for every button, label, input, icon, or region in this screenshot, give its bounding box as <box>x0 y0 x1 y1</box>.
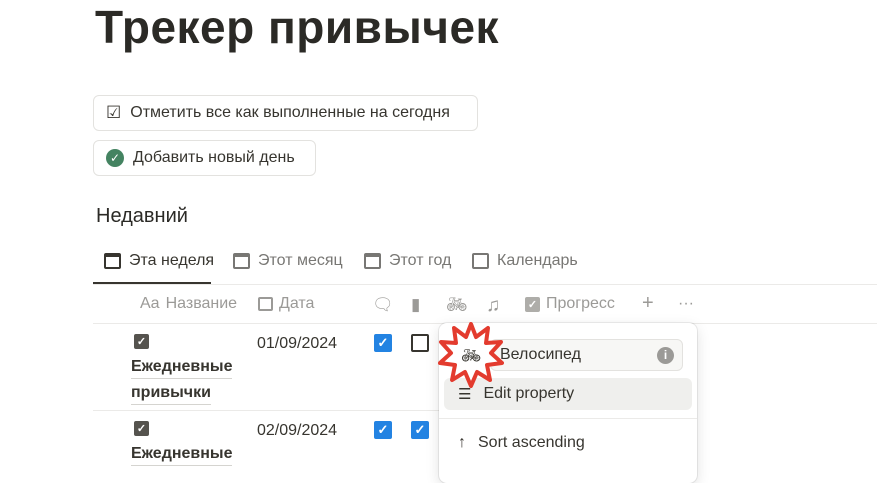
bicycle-icon: 🚲︎ <box>446 295 468 314</box>
property-name-value: Велосипед <box>500 346 581 363</box>
habit-1-checkbox[interactable]: ✓ <box>374 421 392 439</box>
check-circle-icon: ✓ <box>106 149 124 167</box>
column-label: Дата <box>279 295 315 312</box>
habit-2-checkbox[interactable]: ✓ <box>411 421 429 439</box>
highlight-starburst-icon: 🚲︎ <box>438 322 504 388</box>
tab-this-month[interactable]: Этот месяц <box>233 252 343 270</box>
habit-1-checkbox[interactable]: ✓ <box>374 334 392 352</box>
bicycle-icon: 🚲︎ <box>461 348 481 365</box>
section-title: Недавний <box>96 205 188 227</box>
column-habit-1[interactable]: 🗨 <box>372 295 394 315</box>
row-checkbox[interactable]: ✓ <box>134 421 149 436</box>
calendar-icon <box>104 253 121 269</box>
calendar-icon <box>364 253 381 269</box>
book-icon: ▮ <box>411 295 421 314</box>
tab-label: Этот месяц <box>258 252 343 269</box>
column-progress[interactable]: ✓ Прогресс <box>525 295 615 313</box>
column-label: Прогресс <box>546 295 615 312</box>
habit-2-checkbox[interactable] <box>411 334 429 352</box>
add-day-label: Добавить новый день <box>133 149 295 166</box>
menu-label: Sort ascending <box>478 434 585 451</box>
name-line: Ежедневные <box>131 443 233 466</box>
table-row-name[interactable]: Ежедневные <box>131 443 233 466</box>
calendar-icon <box>233 253 250 269</box>
checklist-icon: ☑ <box>106 103 122 122</box>
property-name-input[interactable]: Велосипед i <box>490 339 683 371</box>
column-habit-2[interactable]: ▮ <box>411 295 420 315</box>
column-name[interactable]: Aa Название <box>140 295 237 313</box>
date-cell: 02/09/2024 <box>257 422 338 439</box>
more-options-button[interactable]: ··· <box>678 295 694 313</box>
add-column-button[interactable]: + <box>642 292 654 315</box>
music-note-icon: ♫ <box>486 295 501 316</box>
column-bicycle[interactable]: 🚲︎ <box>446 295 468 315</box>
page-title: Трекер привычек <box>95 1 500 53</box>
tab-label: Этот год <box>389 252 452 269</box>
tab-label: Эта неделя <box>129 252 215 269</box>
add-new-day-button[interactable]: ✓ Добавить новый день <box>93 140 316 176</box>
calendar-grid-icon <box>472 253 489 269</box>
column-date[interactable]: Дата <box>258 295 314 313</box>
arrow-up-icon: ↑ <box>458 434 466 451</box>
row-checkbox[interactable]: ✓ <box>134 334 149 349</box>
tab-this-year[interactable]: Этот год <box>364 252 451 270</box>
tab-label: Календарь <box>497 252 578 269</box>
mark-all-done-button[interactable]: ☑ Отметить все как выполненные на сегодн… <box>93 95 478 131</box>
calendar-icon <box>258 297 273 311</box>
divider <box>93 410 439 411</box>
no-smoking-chat-icon: 🗨 <box>372 295 394 314</box>
checkbox-type-icon: ✓ <box>525 296 540 312</box>
table-row-name[interactable]: Ежедневные привычки <box>131 356 233 405</box>
sort-ascending-item[interactable]: ↑ Sort ascending <box>444 427 692 459</box>
info-icon[interactable]: i <box>657 346 674 364</box>
column-music[interactable]: ♫ <box>486 295 500 317</box>
text-type-icon: Aa <box>140 295 160 312</box>
name-line: Ежедневные <box>131 356 233 379</box>
tab-this-week[interactable]: Эта неделя <box>104 252 214 270</box>
date-cell: 01/09/2024 <box>257 335 338 352</box>
divider <box>93 284 877 285</box>
tab-calendar[interactable]: Календарь <box>472 252 578 270</box>
name-line: привычки <box>131 382 211 405</box>
mark-all-label: Отметить все как выполненные на сегодня <box>130 104 450 121</box>
column-label: Название <box>165 295 238 312</box>
divider <box>439 418 697 419</box>
